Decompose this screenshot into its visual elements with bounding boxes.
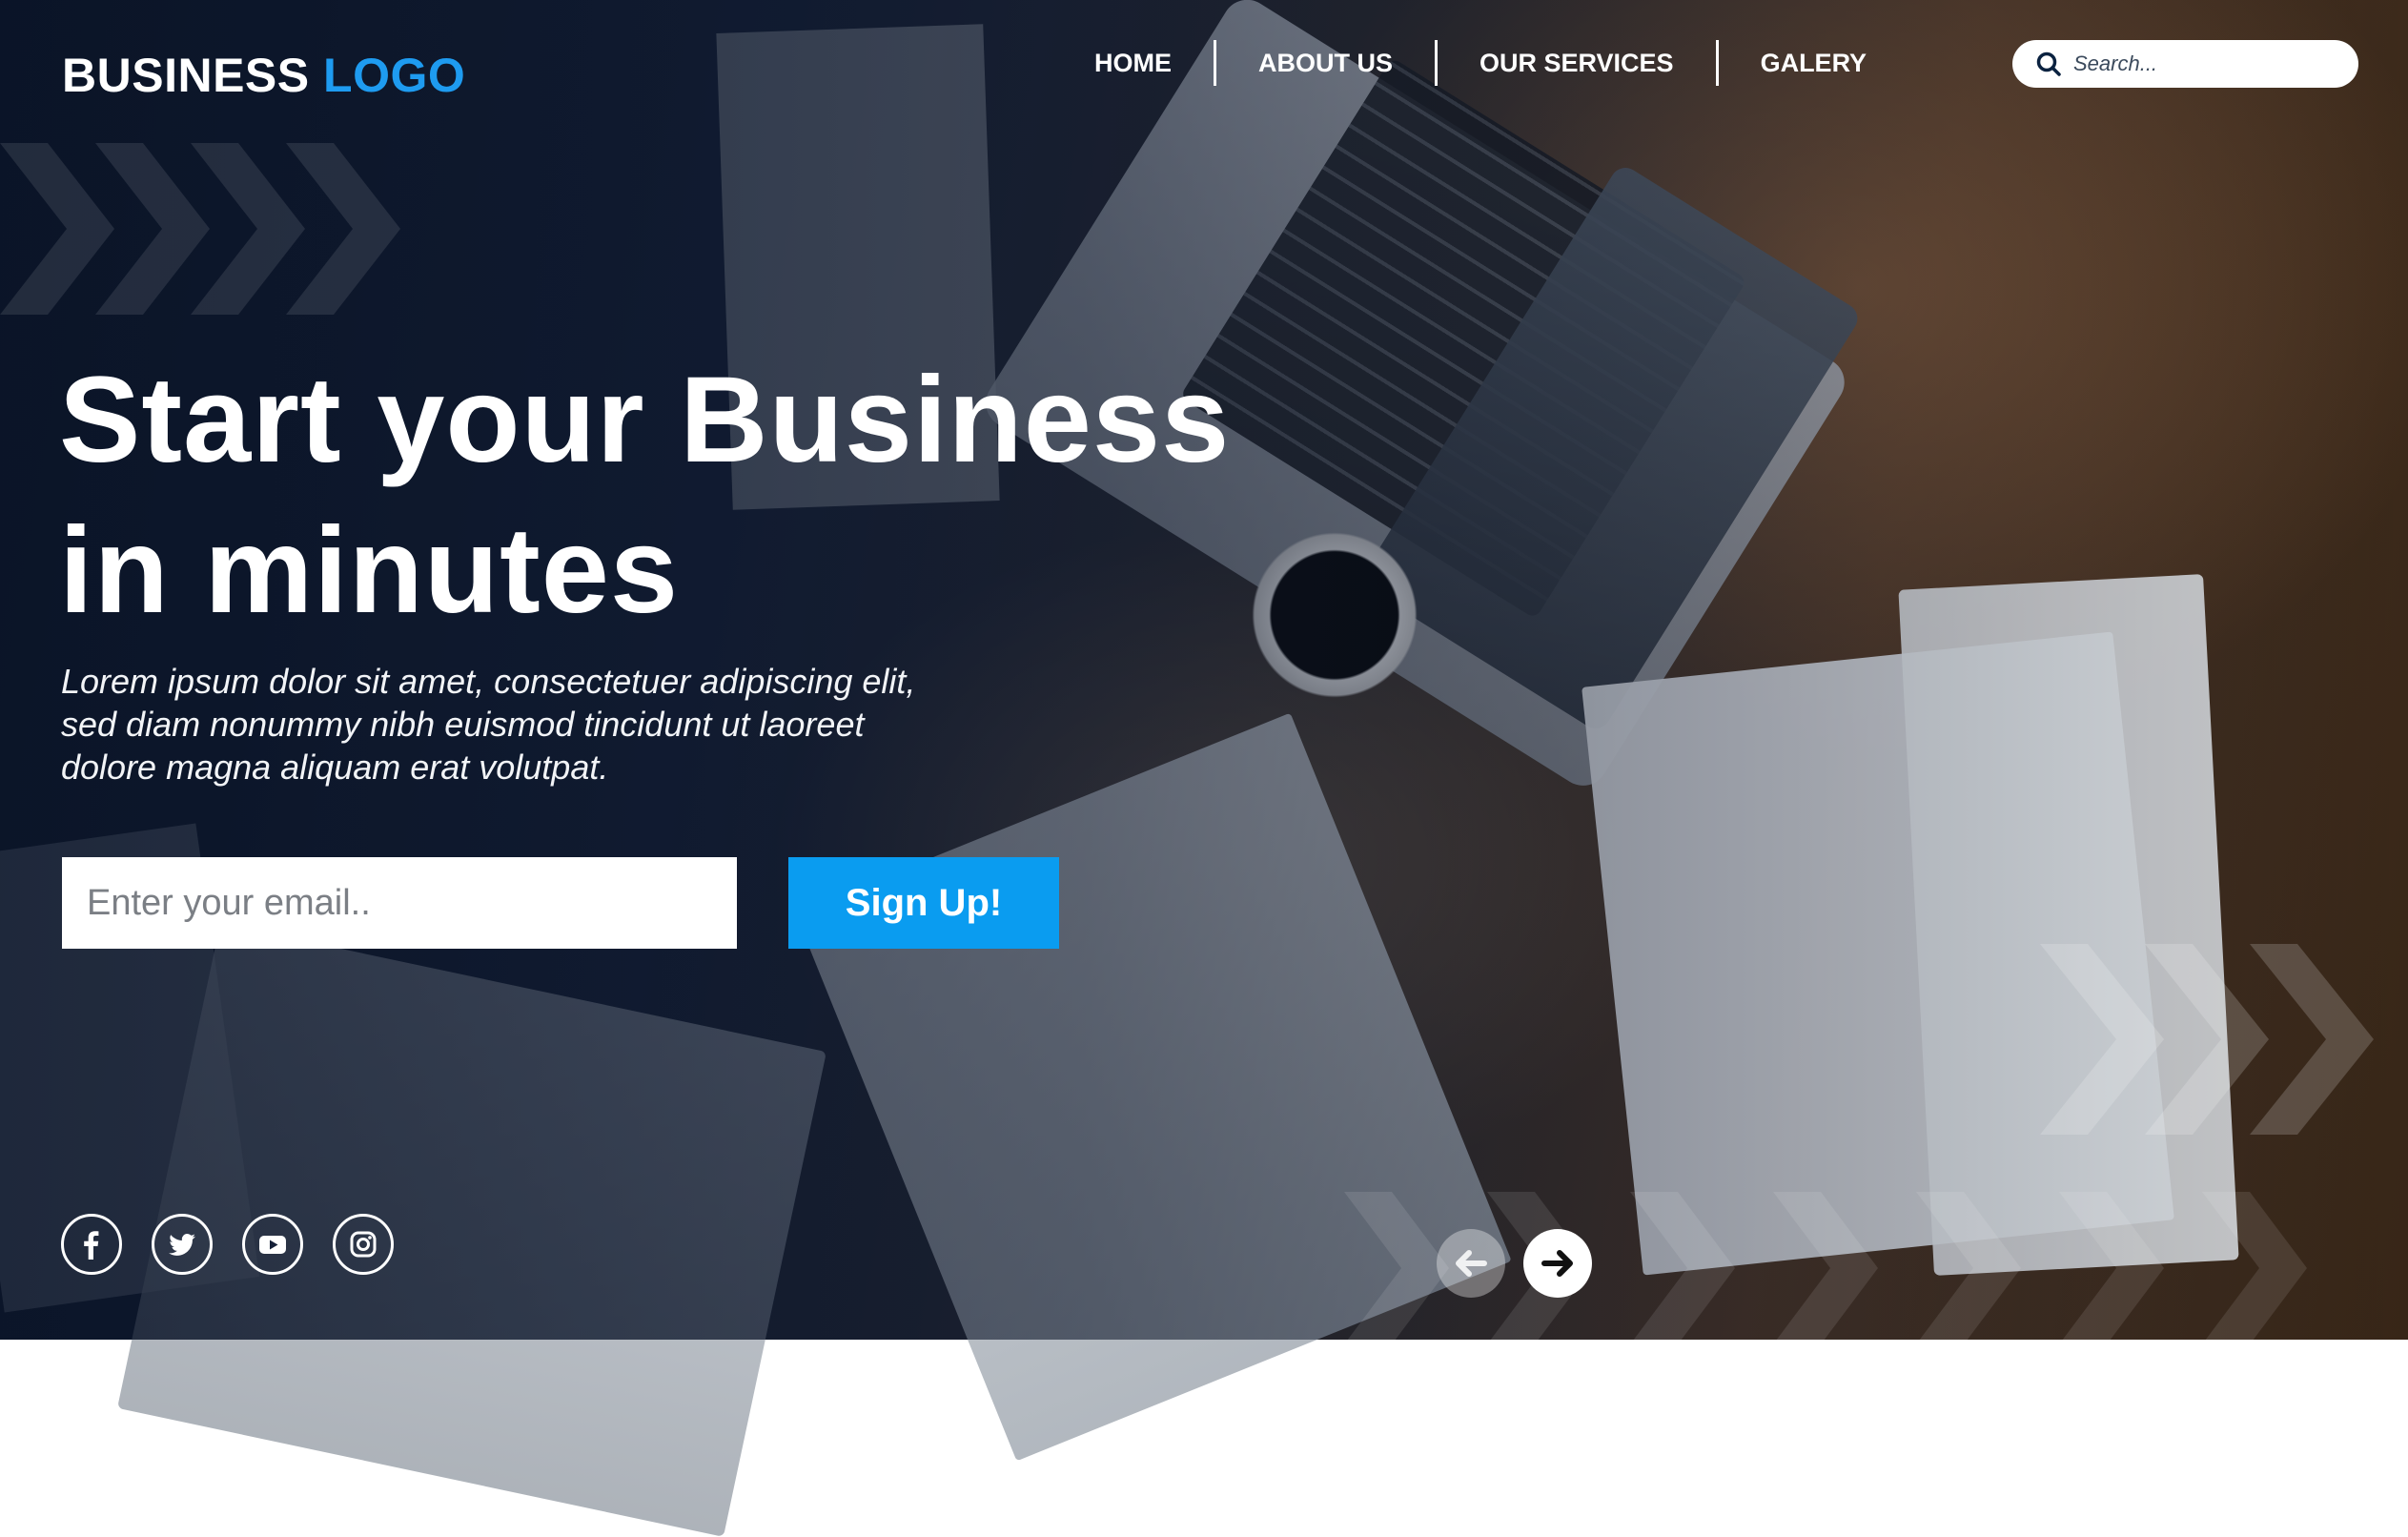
hero-subtext-line: dolore magna aliquam erat volutpat.: [61, 748, 609, 787]
hero-subtext: Lorem ipsum dolor sit amet, consectetuer…: [61, 660, 1014, 789]
hero-subtext-line: sed diam nonummy nibh euismod tincidunt …: [61, 705, 865, 744]
hero-headline-line: in minutes: [59, 502, 680, 639]
slider-next-button[interactable]: [1523, 1229, 1592, 1298]
email-field[interactable]: [62, 857, 737, 949]
social-links: [61, 1214, 394, 1275]
hero-subtext-line: Lorem ipsum dolor sit amet, consectetuer…: [61, 662, 916, 701]
nav-home[interactable]: HOME: [1058, 40, 1214, 86]
youtube-icon: [259, 1236, 286, 1254]
logo-text-accent: LOGO: [323, 49, 466, 102]
chevron-decoration-icon: [0, 143, 400, 315]
arrow-left-icon: [1456, 1250, 1487, 1277]
youtube-link[interactable]: [242, 1214, 303, 1275]
logo-text-primary: BUSINESS: [62, 49, 310, 102]
nav-galery[interactable]: GALERY: [1719, 40, 1909, 86]
slider-prev-button[interactable]: [1437, 1229, 1505, 1298]
main-nav: HOME ABOUT US OUR SERVICES GALERY: [1058, 40, 1908, 86]
search-icon[interactable]: [2035, 51, 2062, 77]
business-logo[interactable]: BUSINESS LOGO: [62, 48, 465, 103]
search-input[interactable]: [2071, 51, 2342, 77]
nav-about-us[interactable]: ABOUT US: [1216, 40, 1435, 86]
facebook-link[interactable]: [61, 1214, 122, 1275]
facebook-icon: [84, 1231, 99, 1260]
twitter-icon: [169, 1234, 195, 1256]
instagram-icon: [350, 1231, 377, 1258]
signup-button[interactable]: Sign Up!: [788, 857, 1059, 949]
nav-our-services[interactable]: OUR SERVICES: [1438, 40, 1716, 86]
twitter-link[interactable]: [152, 1214, 213, 1275]
instagram-link[interactable]: [333, 1214, 394, 1275]
arrow-right-icon: [1541, 1250, 1573, 1277]
search-bar[interactable]: [2012, 40, 2358, 88]
hero-headline: Start your Business in minutes: [59, 345, 1230, 646]
hero-headline-line: Start your Business: [59, 352, 1231, 488]
chevron-decoration-icon: [2040, 944, 2374, 1135]
